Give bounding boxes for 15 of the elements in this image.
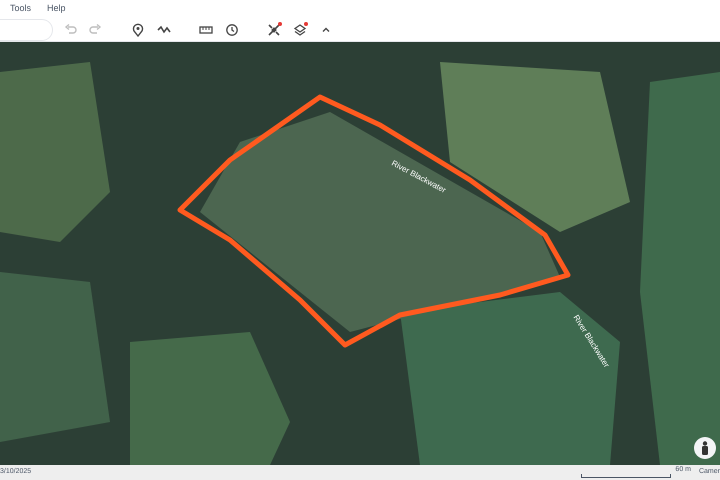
history-clock-icon: [225, 22, 239, 36]
satellite-icon: [267, 22, 281, 36]
menu-item[interactable]: Help: [47, 2, 66, 16]
search-field[interactable]: [0, 20, 52, 40]
pin-button[interactable]: [130, 22, 146, 38]
satellite-button[interactable]: [266, 22, 282, 38]
menu-item[interactable]: Tools: [10, 2, 32, 16]
redo-icon: [89, 22, 103, 36]
layers-button[interactable]: [292, 22, 308, 38]
drawn-boundary-polygon[interactable]: [178, 94, 570, 348]
person-icon: [701, 441, 709, 455]
layers-icon: [293, 22, 307, 36]
location-pin-icon: [131, 22, 145, 36]
history-button[interactable]: [224, 22, 240, 38]
undo-icon: [63, 22, 77, 36]
